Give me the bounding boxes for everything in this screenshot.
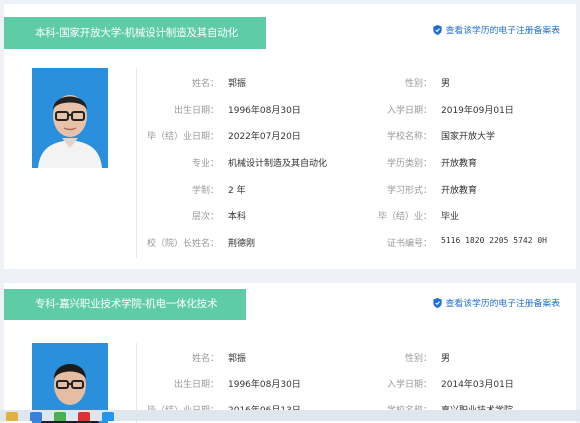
gender-label: 性别： bbox=[404, 79, 432, 89]
name-label: 姓名： bbox=[191, 354, 219, 364]
graduation-date-label: 毕（结）业日期： bbox=[146, 132, 219, 142]
gender-label: 性别： bbox=[404, 354, 432, 364]
birth-date-value: 1996年08月30日 bbox=[228, 380, 301, 390]
edu-category-label: 学历类别： bbox=[386, 159, 432, 169]
certificate-number-value: 5116 1820 2205 5742 0H bbox=[441, 236, 547, 245]
app-icon[interactable] bbox=[54, 412, 66, 421]
birth-date-value: 1996年08月30日 bbox=[228, 106, 301, 116]
record-title: 本科-国家开放大学-机械设计制造及其自动化 bbox=[4, 17, 266, 49]
view-registration-link[interactable]: 查看该学历的电子注册备案表 bbox=[432, 296, 560, 309]
level-label: 层次： bbox=[191, 212, 219, 222]
shield-icon bbox=[432, 297, 442, 308]
view-registration-label: 查看该学历的电子注册备案表 bbox=[445, 299, 560, 309]
folder-icon[interactable] bbox=[6, 412, 18, 421]
gender-value: 男 bbox=[441, 354, 451, 364]
study-form-value: 开放教育 bbox=[441, 186, 478, 196]
certificate-number-label: 证书编号： bbox=[386, 239, 432, 249]
completion-value: 毕业 bbox=[441, 212, 460, 222]
duration-value: 2 年 bbox=[228, 186, 246, 196]
level-value: 本科 bbox=[228, 212, 247, 222]
app-icon[interactable] bbox=[78, 412, 90, 421]
enroll-date-label: 入学日期： bbox=[386, 380, 432, 390]
view-registration-link[interactable]: 查看该学历的电子注册备案表 bbox=[432, 23, 560, 36]
graduation-date-value: 2022年07月20日 bbox=[228, 132, 301, 142]
enroll-date-label: 入学日期： bbox=[386, 106, 432, 116]
edu-category-value: 开放教育 bbox=[441, 159, 478, 169]
school-name-label: 学校名称： bbox=[386, 132, 432, 142]
study-form-label: 学习形式： bbox=[386, 186, 432, 196]
taskbar bbox=[0, 410, 580, 421]
view-registration-label: 查看该学历的电子注册备案表 bbox=[445, 26, 560, 36]
name-label: 姓名： bbox=[191, 79, 219, 89]
enroll-date-value: 2019年09月01日 bbox=[441, 106, 514, 116]
major-label: 专业： bbox=[191, 159, 219, 169]
duration-label: 学制： bbox=[191, 186, 219, 196]
gender-value: 男 bbox=[441, 79, 451, 89]
birth-date-label: 出生日期： bbox=[173, 106, 219, 116]
education-record-2: 专科-嘉兴职业技术学院-机电一体化技术 查看该学历的电子注册备案表 姓名： 郭振… bbox=[4, 283, 576, 423]
browser-icon[interactable] bbox=[30, 412, 42, 421]
shield-icon bbox=[432, 24, 442, 35]
school-name-value: 国家开放大学 bbox=[441, 132, 496, 142]
app-icon[interactable] bbox=[102, 412, 114, 421]
completion-label: 毕（结）业： bbox=[377, 212, 432, 222]
name-value: 郭振 bbox=[228, 79, 247, 89]
principal-label: 校（院）长姓名： bbox=[146, 239, 219, 249]
birth-date-label: 出生日期： bbox=[173, 380, 219, 390]
student-photo bbox=[32, 68, 108, 168]
record-title: 专科-嘉兴职业技术学院-机电一体化技术 bbox=[4, 289, 246, 320]
principal-value: 荆德刚 bbox=[228, 239, 256, 249]
enroll-date-value: 2014年03月01日 bbox=[441, 380, 514, 390]
major-value: 机械设计制造及其自动化 bbox=[228, 159, 328, 169]
education-record-1: 本科-国家开放大学-机械设计制造及其自动化 查看该学历的电子注册备案表 姓名： … bbox=[4, 4, 576, 269]
name-value: 郭振 bbox=[228, 354, 247, 364]
